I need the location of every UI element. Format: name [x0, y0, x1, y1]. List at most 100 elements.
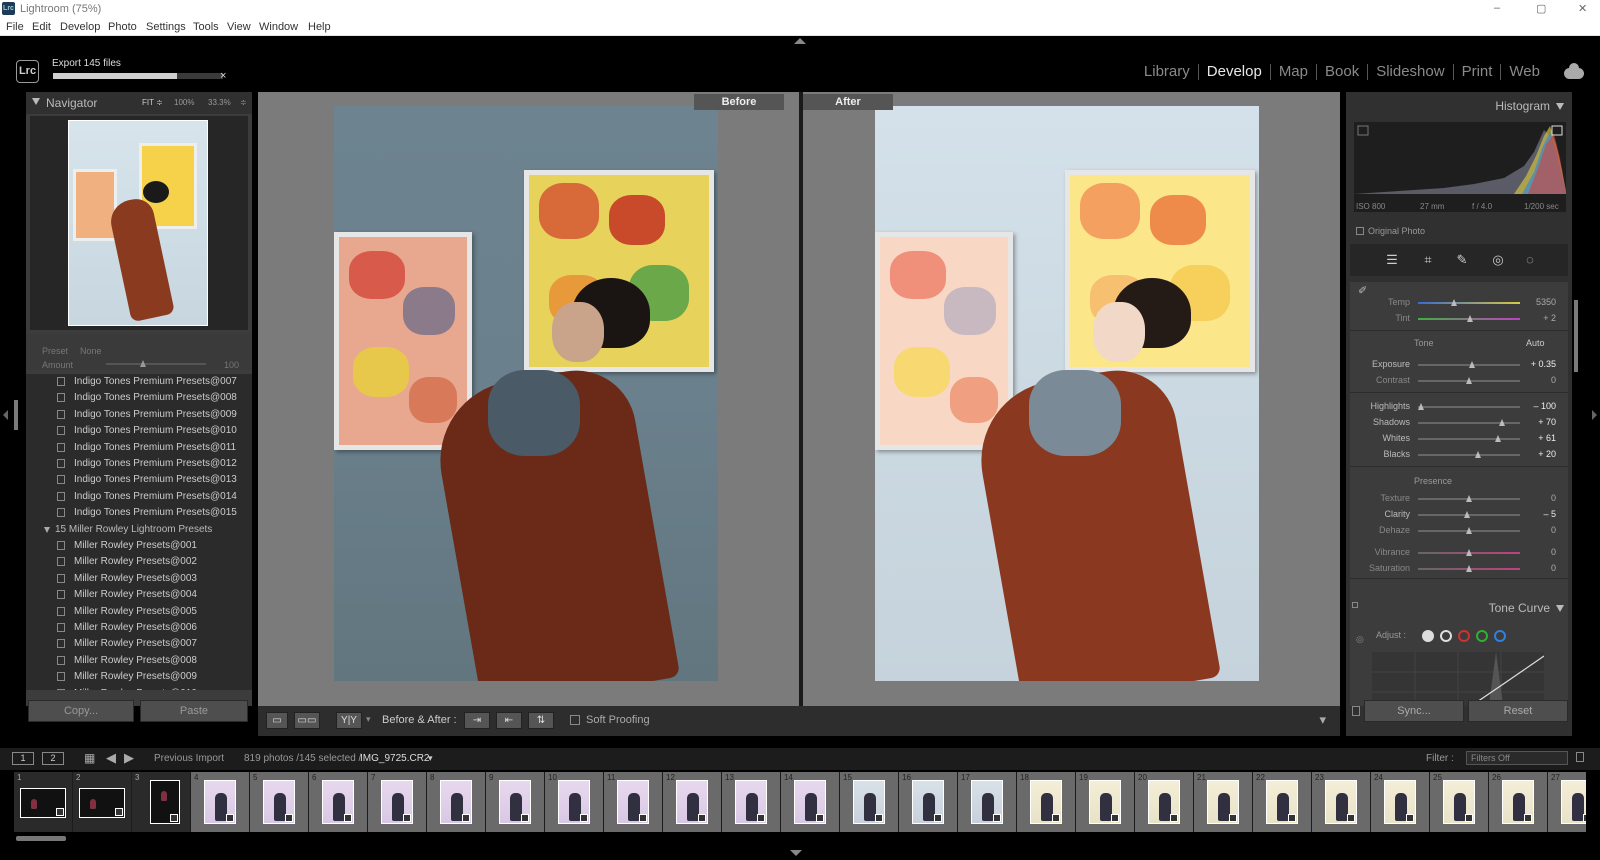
sliders-icon[interactable]: ☰	[1384, 252, 1400, 268]
collapse-triangle-icon[interactable]	[32, 98, 40, 105]
slider-track[interactable]	[1418, 422, 1520, 424]
module-develop[interactable]: Develop	[1199, 64, 1271, 80]
green-channel-icon[interactable]	[1476, 630, 1488, 642]
module-map[interactable]: Map	[1271, 64, 1317, 80]
slider-knob[interactable]	[1475, 451, 1482, 458]
slider-knob[interactable]	[1494, 435, 1501, 442]
original-photo-toggle[interactable]: Original Photo	[1356, 226, 1425, 236]
preset-item[interactable]: Miller Rowley Presets@008	[26, 653, 252, 669]
preset-item[interactable]: Indigo Tones Premium Presets@011	[26, 440, 252, 456]
preset-item[interactable]: Miller Rowley Presets@010	[26, 686, 252, 690]
filmstrip-thumbnail[interactable]: 15	[840, 772, 899, 832]
filmstrip-thumbnail[interactable]: 17	[958, 772, 1017, 832]
filmstrip-thumbnail[interactable]: 18	[1017, 772, 1076, 832]
preset-item[interactable]: Miller Rowley Presets@001	[26, 538, 252, 554]
back-arrow-icon[interactable]: ◀	[106, 750, 116, 766]
point-curve-icon[interactable]	[1440, 630, 1452, 642]
window-1-button[interactable]: 1	[12, 752, 34, 765]
masking-icon[interactable]: ◌	[1522, 252, 1538, 268]
tone-curve-graph[interactable]	[1372, 652, 1544, 706]
slider-value[interactable]: 0	[1551, 525, 1556, 535]
reset-button[interactable]: Reset	[1468, 700, 1568, 722]
slider-blacks[interactable]: Blacks + 20	[1350, 448, 1568, 462]
slider-vibrance[interactable]: Vibrance 0	[1350, 546, 1568, 560]
menu-edit[interactable]: Edit	[32, 21, 51, 33]
parametric-curve-icon[interactable]	[1422, 630, 1434, 642]
preset-item[interactable]: Miller Rowley Presets@003	[26, 571, 252, 587]
filmstrip-thumbnail[interactable]: 14	[781, 772, 840, 832]
filmstrip-thumbnail[interactable]: 20	[1135, 772, 1194, 832]
menu-tools[interactable]: Tools	[193, 21, 219, 33]
preset-item[interactable]: Miller Rowley Presets@006	[26, 620, 252, 636]
zoom-33[interactable]: 33.3%	[208, 98, 231, 107]
menu-photo[interactable]: Photo	[108, 21, 137, 33]
preset-item[interactable]: Indigo Tones Premium Presets@009	[26, 407, 252, 423]
filmstrip-thumbnail[interactable]: 19	[1076, 772, 1135, 832]
slider-track[interactable]	[1418, 438, 1520, 440]
collapse-triangle-icon[interactable]	[1556, 605, 1564, 612]
auto-sync-toggle-icon[interactable]	[1352, 706, 1360, 716]
copy-before-to-after-icon[interactable]: ⇥	[464, 712, 490, 729]
slider-track[interactable]	[1418, 454, 1520, 456]
filmstrip-thumbnail[interactable]: 13	[722, 772, 781, 832]
paste-button[interactable]: Paste	[140, 700, 248, 722]
slider-value[interactable]: 0	[1551, 547, 1556, 557]
copy-button[interactable]: Copy...	[28, 700, 134, 722]
filmstrip-thumbnail[interactable]: 4	[191, 772, 250, 832]
collapse-filmstrip-icon[interactable]	[790, 850, 802, 856]
preset-item[interactable]: Indigo Tones Premium Presets@013	[26, 472, 252, 488]
filmstrip-thumbnail[interactable]: 22	[1253, 772, 1312, 832]
filmstrip-thumbnail[interactable]: 8	[427, 772, 486, 832]
preset-group-miller-rowley[interactable]: 15 Miller Rowley Lightroom Presets	[26, 522, 252, 538]
red-channel-icon[interactable]	[1458, 630, 1470, 642]
expand-triangle-icon[interactable]	[44, 526, 50, 533]
slider-whites[interactable]: Whites + 61	[1350, 432, 1568, 446]
slider-saturation[interactable]: Saturation 0	[1350, 562, 1568, 576]
filmstrip-thumbnail[interactable]: 21	[1194, 772, 1253, 832]
filmstrip-thumbnail[interactable]: 2	[73, 772, 132, 832]
slider-knob[interactable]	[1418, 403, 1425, 410]
forward-arrow-icon[interactable]: ▶	[124, 750, 134, 766]
current-filename[interactable]: IMG_9725.CR2	[360, 753, 429, 764]
slider-temp[interactable]: Temp 5350	[1350, 296, 1568, 310]
filmstrip-thumbnail[interactable]: 3	[132, 772, 191, 832]
compare-view-icon[interactable]: ▭▭	[294, 712, 320, 729]
slider-knob[interactable]	[1466, 377, 1472, 384]
grid-view-icon[interactable]: ▦	[84, 751, 95, 765]
menu-settings[interactable]: Settings	[146, 21, 186, 33]
slider-value[interactable]: – 5	[1543, 509, 1556, 519]
slider-dehaze[interactable]: Dehaze 0	[1350, 524, 1568, 538]
crop-icon[interactable]: ⌗	[1420, 252, 1436, 268]
slider-knob[interactable]	[1469, 361, 1476, 368]
slider-value[interactable]: + 2	[1543, 313, 1556, 323]
healing-icon[interactable]: ✎	[1454, 252, 1470, 268]
target-adjust-icon[interactable]: ◎	[1356, 634, 1364, 645]
original-photo-checkbox[interactable]	[1356, 227, 1364, 235]
filmstrip-thumbnail[interactable]: 6	[309, 772, 368, 832]
source-label[interactable]: Previous Import	[154, 753, 224, 764]
filmstrip-thumbnail[interactable]: 11	[604, 772, 663, 832]
preset-item[interactable]: Miller Rowley Presets@002	[26, 554, 252, 570]
preset-item[interactable]: Miller Rowley Presets@004	[26, 587, 252, 603]
filter-lock-icon[interactable]	[1576, 752, 1584, 762]
before-after-yy-button[interactable]: Y|Y	[336, 712, 362, 729]
before-photo[interactable]	[334, 106, 718, 681]
collapse-left-panel-icon[interactable]	[3, 410, 8, 420]
slider-track[interactable]	[1418, 406, 1520, 408]
slider-track[interactable]	[1418, 302, 1520, 304]
filter-select[interactable]: Filters Off	[1466, 751, 1568, 765]
slider-knob[interactable]	[1466, 495, 1472, 502]
module-library[interactable]: Library	[1136, 64, 1199, 80]
copy-after-to-before-icon[interactable]: ⇤	[496, 712, 522, 729]
menu-develop[interactable]: Develop	[60, 21, 100, 33]
cloud-sync-icon[interactable]	[1564, 63, 1584, 79]
slider-knob[interactable]	[1466, 549, 1472, 556]
zoom-fit[interactable]: FIT ≑	[142, 98, 163, 107]
left-panel-scrollbar[interactable]	[14, 400, 18, 430]
slider-knob[interactable]	[1467, 315, 1474, 322]
module-print[interactable]: Print	[1454, 64, 1502, 80]
preset-item[interactable]: Indigo Tones Premium Presets@012	[26, 456, 252, 472]
slider-knob[interactable]	[1463, 511, 1470, 518]
minimize-icon[interactable]: –	[1494, 2, 1500, 14]
slider-knob[interactable]	[1466, 565, 1472, 572]
